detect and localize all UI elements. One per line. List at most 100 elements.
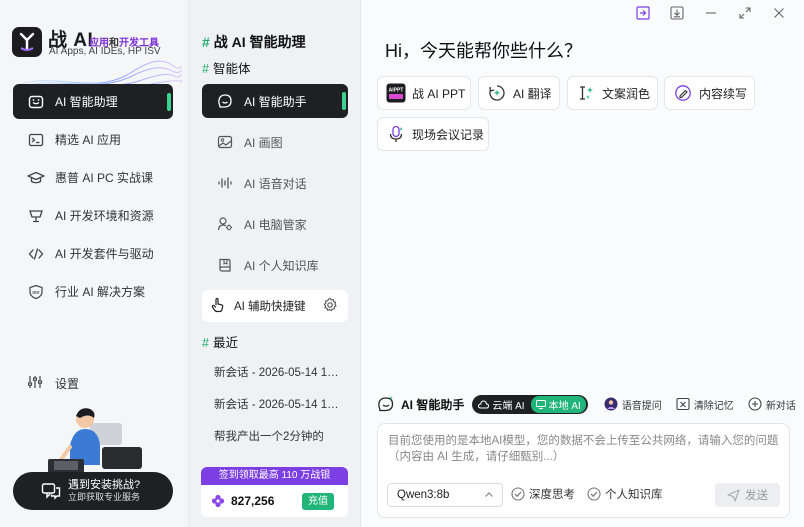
voice-avatar-icon: [604, 397, 618, 411]
close-button[interactable]: [762, 4, 796, 22]
agent-label: AI 智能助手: [244, 94, 307, 109]
download-icon: [670, 6, 684, 20]
voice-question-button[interactable]: 语音提问: [604, 397, 662, 412]
chip-ai-ppt[interactable]: AIPPT 战 AI PPT: [377, 76, 471, 110]
sidebar-nav: AI 智能助理 精选 AI 应用 惠普 AI PC 实战课 AI 开发环境和资源…: [13, 84, 173, 312]
send-icon: [727, 488, 740, 502]
agent-label: AI 画图: [244, 135, 283, 150]
maximize-button[interactable]: [728, 4, 762, 22]
chip-text-polish[interactable]: 文案润色: [567, 76, 658, 110]
knowledge-book-icon: [216, 256, 234, 274]
sidebar-item-dev-env[interactable]: AI 开发环境和资源: [13, 198, 173, 233]
hand-pointer-icon: [210, 297, 228, 315]
settings-label: 设置: [55, 376, 80, 391]
image-icon: [216, 133, 234, 151]
recharge-button[interactable]: 充值: [302, 493, 334, 510]
sidebar-item-label: 惠普 AI PC 实战课: [55, 171, 154, 185]
meeting-mic-icon: [386, 124, 406, 144]
continue-write-icon: [673, 83, 693, 103]
graduation-cap-icon: [27, 169, 45, 187]
chevron-up-icon: [485, 492, 493, 497]
pin-to-side-button[interactable]: [626, 4, 660, 22]
sidebar-item-label: 行业 AI 解决方案: [55, 285, 146, 299]
svg-text:ISV: ISV: [32, 290, 39, 295]
agent-ai-knowledge-base[interactable]: AI 个人知识库: [202, 248, 348, 282]
assistant-sparkle-icon: [377, 395, 395, 413]
sidebar-item-industry-solutions[interactable]: ISV 行业 AI 解决方案: [13, 274, 173, 309]
sidebar-item-label: AI 开发套件与驱动: [55, 247, 154, 261]
agent-label: AI 个人知识库: [244, 258, 319, 273]
agent-ai-pc-manager[interactable]: AI 电脑管家: [202, 207, 348, 241]
new-chat-button[interactable]: 新对话: [748, 397, 796, 412]
recent-item[interactable]: 帮我产出一个2分钟的: [214, 428, 344, 444]
expand-icon: [739, 7, 751, 19]
support-person-illustration: [48, 408, 142, 473]
agent-ai-drawing[interactable]: AI 画图: [202, 125, 348, 159]
recent-item[interactable]: 新会话 - 2026-05-14 10:32: [214, 364, 344, 380]
agent-ai-assistant[interactable]: AI 智能助手: [202, 84, 348, 118]
minimize-icon: [706, 12, 716, 14]
close-icon: [774, 8, 784, 18]
ai-shortcut-key[interactable]: AI 辅助快捷键: [202, 290, 348, 322]
model-source-toggle: 云端 AI 本地 AI: [472, 394, 588, 414]
greeting-heading: Hi，今天能帮你些什么？: [385, 41, 582, 61]
agent-ai-voice-chat[interactable]: AI 语音对话: [202, 166, 348, 200]
brand-logo: [12, 27, 42, 57]
text-polish-icon: [576, 83, 596, 103]
plus-circle-icon: [748, 397, 762, 411]
voice-wave-icon: [216, 174, 234, 192]
get-support-button[interactable]: 遇到安装挑战? 立即获取专业服务: [13, 472, 173, 510]
recent-item[interactable]: 新会话 - 2026-05-14 10:15: [214, 396, 344, 412]
gear-icon[interactable]: [322, 297, 340, 315]
send-button[interactable]: 发送: [715, 483, 780, 507]
chip-label: 现场会议记录: [412, 127, 485, 142]
agent-label: AI 电脑管家: [244, 217, 307, 232]
sidebar-item-dev-kits[interactable]: AI 开发套件与驱动: [13, 236, 173, 271]
minimize-button[interactable]: [694, 4, 728, 22]
chat-main: Hi，今天能帮你些什么？ AIPPT 战 AI PPT AI 翻译 文案润色 内…: [360, 0, 804, 527]
deep-think-toggle[interactable]: 深度思考: [511, 486, 575, 502]
pin-side-icon: [636, 6, 650, 20]
points-balance: 827,256: [231, 494, 275, 508]
model-select[interactable]: Qwen3:8b: [387, 483, 503, 507]
assistant-title: AI 智能助手: [377, 395, 464, 413]
flower-coin-icon: [211, 494, 225, 508]
code-icon: [27, 245, 45, 263]
check-circle-icon: [587, 487, 601, 501]
agents-panel: # 战 AI 智能助理 # 智能体 AI 智能助手 AI 画图 AI 语音对话 AI…: [188, 0, 360, 527]
promo-text: 遇到安装挑战? 立即获取专业服务: [68, 479, 141, 502]
chat-toolbar: AI 智能助手 云端 AI 本地 AI 语音提问 清除记忆 新对话: [377, 394, 797, 414]
check-circle-icon: [511, 487, 525, 501]
chip-ai-translate[interactable]: AI 翻译: [478, 76, 560, 110]
window-controls: [626, 4, 796, 22]
sidebar-item-ai-pc-course[interactable]: 惠普 AI PC 实战课: [13, 160, 173, 195]
cloud-icon: [478, 399, 490, 408]
chip-label: AI 翻译: [513, 86, 552, 101]
points-card: 签到领取最高 110 万战银 827,256 充值: [201, 467, 348, 517]
cloud-ai-option[interactable]: 云端 AI: [478, 397, 525, 412]
assistant-face-icon: [27, 93, 45, 111]
sidebar-item-featured-apps[interactable]: 精选 AI 应用: [13, 122, 173, 157]
download-button[interactable]: [660, 4, 694, 22]
local-ai-option[interactable]: 本地 AI: [530, 395, 586, 413]
sidebar-item-label: 精选 AI 应用: [55, 133, 122, 147]
knowledge-base-toggle[interactable]: 个人知识库: [587, 486, 663, 502]
model-value: Qwen3:8b: [397, 489, 450, 501]
message-input[interactable]: 目前您使用的是本地AI模型，您的数据不会上传至公共网络，请输入您的问题（内容由 …: [388, 433, 780, 465]
chip-continue-writing[interactable]: 内容续写: [664, 76, 755, 110]
chip-meeting-notes[interactable]: 现场会议记录: [377, 117, 489, 151]
chat-support-icon: [41, 481, 61, 501]
clear-memory-button[interactable]: 清除记忆: [676, 397, 734, 412]
agents-section-title: # 智能体: [202, 62, 251, 76]
sidebar-item-ai-assistant[interactable]: AI 智能助理: [13, 84, 173, 119]
svg-text:AIPPT: AIPPT: [389, 88, 404, 94]
terminal-icon: [27, 131, 45, 149]
monitor-stand-icon: [27, 207, 45, 225]
settings-button[interactable]: 设置: [27, 374, 79, 392]
message-composer: 目前您使用的是本地AI模型，您的数据不会上传至公共网络，请输入您的问题（内容由 …: [377, 423, 790, 518]
left-sidebar: 战 AI 应用和开发工具 AI Apps, AI IDEs, HP ISV AI…: [0, 0, 188, 527]
assistant-face-icon: [216, 92, 234, 110]
check-in-banner[interactable]: 签到领取最高 110 万战银: [201, 467, 348, 485]
monitor-icon: [535, 399, 546, 409]
isv-shield-icon: ISV: [27, 283, 45, 301]
